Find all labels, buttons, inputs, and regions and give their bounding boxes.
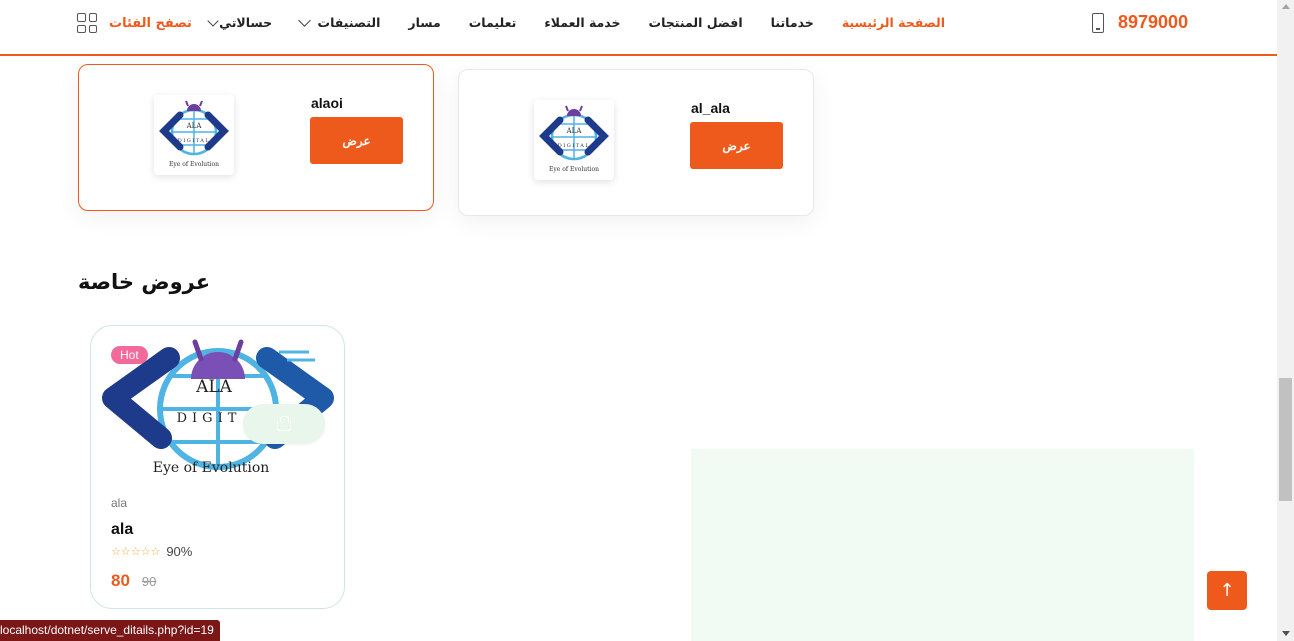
logo-text: ALA [566, 127, 583, 135]
logo-text: Eye of Evolution [549, 166, 599, 173]
browser-status-url: localhost/dotnet/serve_ditails.php?id=19 [0, 620, 220, 641]
scrollbar-track[interactable] [1277, 0, 1294, 641]
cart-icon [277, 416, 291, 431]
nav-item-label: مسار [408, 15, 441, 30]
product-category: ala [111, 496, 128, 510]
site-header: 8979000 الصفحة الرئيسية خدماتنا افضل الم… [0, 0, 1277, 56]
nav-item-label: تعليمات [468, 15, 517, 30]
nav-item-label: التصنيفات [317, 15, 381, 30]
back-to-top-button[interactable]: ↑ [1207, 571, 1247, 610]
special-offers-title: عروض خاصة [78, 270, 211, 294]
browse-categories-label: تصفح الفئات [109, 15, 192, 31]
logo-text: ALA [186, 122, 203, 130]
product-thumbnail[interactable]: ALA DIGITAL Eye of Evolution [154, 95, 234, 175]
product-card[interactable]: ALA DIGITAL Eye of Evolution al_ala عرض [458, 69, 814, 216]
logo-text: Eye of Evolution [169, 161, 219, 168]
offer-card[interactable]: Hot ALA DIGIT Eye of Evolution ala ala ☆… [90, 325, 345, 609]
nav-item-categories[interactable]: التصنيفات [298, 14, 381, 30]
product-price: 80 90 [111, 571, 156, 591]
scrollbar-thumb[interactable] [1279, 378, 1292, 501]
arrow-up-icon: ↑ [1219, 580, 1235, 601]
product-rating: ☆☆☆☆☆ 90% [111, 544, 192, 559]
nav-item-label: خدمة العملاء [544, 15, 621, 30]
main-nav: الصفحة الرئيسية خدماتنا افضل المنتجات خد… [207, 14, 945, 30]
nav-item-my-accounts[interactable]: حسالاتي [207, 14, 273, 30]
nav-item-customer-service[interactable]: خدمة العملاء [544, 15, 620, 30]
logo-text: DIGITAL [178, 138, 210, 144]
nav-item-label: خدماتنا [770, 15, 814, 30]
logo-text: ALA [195, 377, 233, 397]
phone-icon [1092, 12, 1104, 33]
logo-text: DIGIT [177, 411, 242, 426]
nav-item-instructions[interactable]: تعليمات [469, 15, 517, 30]
browse-categories-button[interactable]: تصفح الفئات [77, 13, 192, 33]
view-button[interactable]: عرض [310, 117, 403, 164]
scroll-down-icon[interactable] [1282, 631, 1290, 636]
product-card[interactable]: ALA DIGITAL Eye of Evolution alaoi عرض [78, 64, 434, 211]
product-thumbnail[interactable]: ALA DIGITAL Eye of Evolution [534, 100, 614, 180]
logo-text: Eye of Evolution [153, 460, 270, 476]
brand-logo-icon: ALA DIGITAL Eye of Evolution [159, 100, 229, 168]
chevron-down-icon [298, 14, 312, 27]
nav-item-label: حسالاتي [219, 15, 273, 30]
logo-text: DIGITAL [558, 143, 590, 149]
grid-icon [77, 13, 97, 33]
add-to-cart-button[interactable] [243, 404, 325, 444]
phone-contact[interactable]: 8979000 [1092, 12, 1188, 33]
nav-item-services[interactable]: خدماتنا [771, 15, 814, 30]
nav-item-label: افضل المنتجات [648, 15, 743, 30]
nav-item-home[interactable]: الصفحة الرئيسية [842, 15, 945, 30]
product-title[interactable]: ala [111, 521, 133, 539]
product-name: al_ala [691, 100, 730, 116]
rating-value: 90% [166, 544, 193, 559]
nav-item-track[interactable]: مسار [408, 15, 440, 30]
hot-badge: Hot [111, 346, 148, 364]
nav-item-best-products[interactable]: افضل المنتجات [649, 15, 743, 30]
product-name: alaoi [311, 95, 343, 111]
old-price: 90 [141, 574, 157, 589]
page: 8979000 الصفحة الرئيسية خدماتنا افضل الم… [0, 0, 1294, 641]
nav-item-label: الصفحة الرئيسية [841, 15, 945, 30]
banner-panel [691, 449, 1194, 641]
brand-logo-icon: ALA DIGITAL Eye of Evolution [539, 105, 609, 173]
star-rating-icon: ☆☆☆☆☆ [111, 545, 161, 558]
current-price: 80 [111, 571, 130, 590]
scroll-up-icon[interactable] [1282, 4, 1290, 9]
view-button[interactable]: عرض [690, 122, 783, 169]
chevron-down-icon [207, 14, 219, 27]
phone-number[interactable]: 8979000 [1118, 12, 1188, 33]
